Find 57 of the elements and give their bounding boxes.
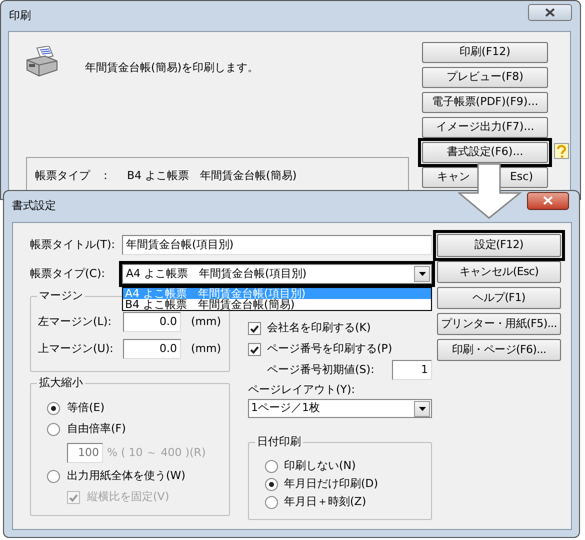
checkbox[interactable]	[248, 322, 261, 335]
option-label: 縦横比を固定(V)	[87, 489, 170, 506]
dialog-title: 書式設定	[12, 198, 56, 214]
option-label: 自由倍率(F)	[67, 421, 126, 438]
option-label: 等倍(E)	[67, 400, 105, 416]
option-label: 出力用紙全体を使う(W)	[67, 468, 186, 484]
close-button[interactable]	[528, 4, 572, 20]
dialog-button[interactable]: イメージ出力(F7)...	[422, 117, 548, 138]
radio-button[interactable]	[47, 470, 60, 483]
page-layout-dropdown[interactable]: 1ページ／1枚	[248, 399, 432, 418]
range-text: % ( 10 ～ 400 )(R)	[107, 444, 206, 461]
option-label: ページ番号を印刷する(P)	[267, 341, 392, 358]
dialog-button[interactable]: 電子帳票(PDF)(F9)...	[422, 92, 548, 113]
help-icon[interactable]	[554, 143, 569, 159]
unit-text: (mm)	[191, 314, 222, 330]
option-label: 年月日＋時刻(Z)	[284, 494, 366, 510]
window-title: 印刷	[9, 8, 31, 24]
title-field[interactable]: 年間賃金台帳(項目別)	[122, 235, 432, 255]
unit-text: (mm)	[191, 340, 222, 357]
field-label: ページレイアウト(Y):	[248, 382, 356, 398]
start-page-field[interactable]: 1	[392, 360, 432, 380]
caret-icon	[414, 400, 430, 416]
margin-field[interactable]: 0.0	[123, 312, 181, 332]
form-type-label: 帳票タイプ	[35, 168, 90, 184]
dialog-button[interactable]: プレビュー(F8)	[422, 67, 548, 88]
close-button[interactable]	[527, 192, 569, 210]
field-label: 左マージン(L):	[38, 314, 112, 330]
radio-button[interactable]	[265, 496, 278, 508]
caret-icon	[414, 266, 430, 282]
field-label: 帳票タイトル(T):	[30, 236, 116, 253]
option-label: 年月日だけ印刷(D)	[284, 476, 378, 492]
margin-field[interactable]: 0.0	[123, 339, 181, 359]
printer-icon	[25, 46, 59, 78]
field-label: 上マージン(U):	[38, 340, 114, 357]
dialog-button[interactable]: 設定(F12)	[437, 234, 561, 257]
dialog-button[interactable]: 印刷(F12)	[422, 42, 548, 63]
dialog-button[interactable]: プリンター・用紙(F5)...	[437, 313, 561, 335]
dialog-button[interactable]: キャンセル(Esc)	[437, 261, 561, 283]
dialog-button[interactable]: 印刷・ページ(F6)...	[437, 339, 561, 361]
option-label: 会社名を印刷する(K)	[267, 320, 371, 336]
checkbox[interactable]	[248, 343, 261, 356]
field-label: ページ番号初期値(S):	[267, 362, 376, 378]
dialog-button[interactable]: 書式設定(F6)...	[422, 142, 548, 163]
radio-button[interactable]	[265, 478, 278, 490]
close-icon	[545, 8, 555, 16]
message-text: 年間賃金台帳(簡易)を印刷します。	[85, 60, 259, 76]
dropdown-option[interactable]: B4 よこ帳票 年間賃金台帳(簡易)	[123, 299, 431, 310]
dialog-button[interactable]: ヘルプ(F1)	[437, 287, 561, 309]
radio-button[interactable]	[47, 402, 60, 415]
field-label: 帳票タイプ(C):	[30, 266, 106, 282]
form-type-dropdown[interactable]: A4 よこ帳票 年間賃金台帳(項目別)	[122, 264, 432, 284]
option-label: 印刷しない(N)	[284, 458, 356, 474]
radio-button[interactable]	[47, 423, 60, 436]
form-type-value: B4 よこ帳票 年間賃金台帳(簡易)	[127, 168, 297, 184]
radio-button[interactable]	[265, 460, 278, 472]
separator-text: ：	[100, 168, 111, 184]
close-icon	[543, 196, 553, 205]
